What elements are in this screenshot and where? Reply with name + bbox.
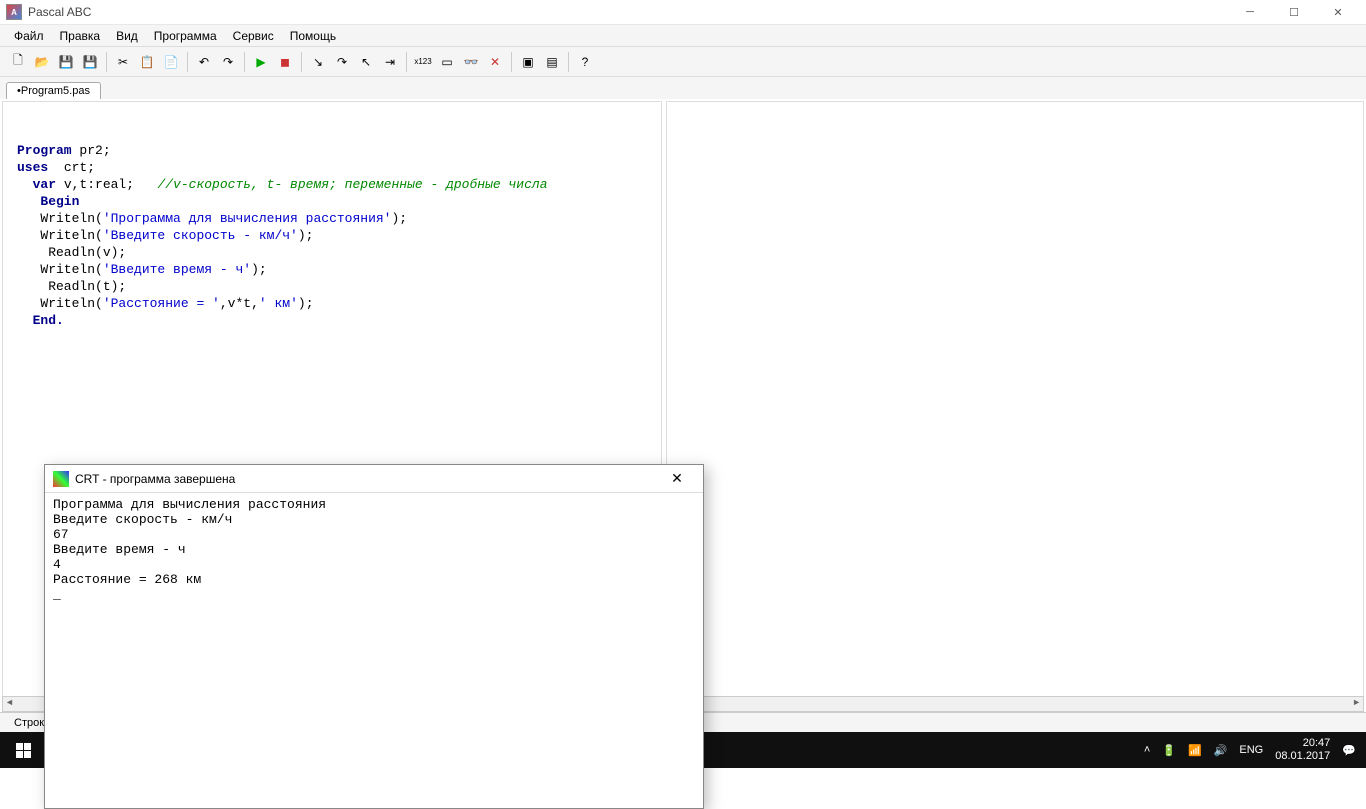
step-over-icon[interactable]: ↷ <box>331 51 353 73</box>
menu-bar: Файл Правка Вид Программа Сервис Помощь <box>0 25 1366 47</box>
crt-output-text: Программа для вычисления расстояния Введ… <box>45 493 703 808</box>
crt-output-window: CRT - программа завершена ✕ Программа дл… <box>44 464 704 809</box>
crt-title-bar[interactable]: CRT - программа завершена ✕ <box>45 465 703 493</box>
clear-icon[interactable]: ✕ <box>484 51 506 73</box>
copy-icon[interactable]: 📋 <box>136 51 158 73</box>
source-code[interactable]: Program pr2; uses crt; var v,t:real; //v… <box>3 102 661 329</box>
toolbar: 🗋 📂 💾 💾 ✂ 📋 📄 ↶ ↷ ▶ ◼ ↘ ↷ ↖ ⇥ x123 ▭ 👓 ✕… <box>0 47 1366 77</box>
maximize-button[interactable]: ☐ <box>1272 0 1316 25</box>
menu-view[interactable]: Вид <box>108 26 146 46</box>
tray-battery-icon[interactable]: 🔋 <box>1156 744 1182 757</box>
tray-chevron-icon[interactable]: ˄ <box>1138 744 1156 756</box>
eval-icon[interactable]: 👓 <box>460 51 482 73</box>
tray-language[interactable]: ENG <box>1233 744 1269 756</box>
code-pane-right[interactable] <box>666 101 1364 710</box>
crt-title: CRT - программа завершена <box>75 472 659 486</box>
menu-help[interactable]: Помощь <box>282 26 344 46</box>
run-to-cursor-icon[interactable]: ⇥ <box>379 51 401 73</box>
run-icon[interactable]: ▶ <box>250 51 272 73</box>
app-icon: A <box>6 4 22 20</box>
new-file-icon[interactable]: 🗋 <box>7 51 29 73</box>
editor-area: Program pr2; uses crt; var v,t:real; //v… <box>0 99 1366 712</box>
app-title: Pascal ABC <box>28 5 1228 19</box>
save-all-icon[interactable]: 💾 <box>79 51 101 73</box>
system-tray: ˄ 🔋 📶 🔊 ENG 20:47 08.01.2017 💬 <box>1138 737 1366 763</box>
menu-edit[interactable]: Правка <box>52 26 109 46</box>
step-into-icon[interactable]: ↘ <box>307 51 329 73</box>
tray-wifi-icon[interactable]: 📶 <box>1182 744 1208 757</box>
save-icon[interactable]: 💾 <box>55 51 77 73</box>
redo-icon[interactable]: ↷ <box>217 51 239 73</box>
output-icon[interactable]: ▤ <box>541 51 563 73</box>
tab-program5[interactable]: •Program5.pas <box>6 82 101 99</box>
tray-notifications-icon[interactable]: 💬 <box>1336 744 1362 757</box>
start-button[interactable] <box>0 732 46 768</box>
open-file-icon[interactable]: 📂 <box>31 51 53 73</box>
watch-icon[interactable]: x123 <box>412 51 434 73</box>
paste-icon[interactable]: 📄 <box>160 51 182 73</box>
crt-close-button[interactable]: ✕ <box>659 470 695 487</box>
console-icon[interactable]: ▣ <box>517 51 539 73</box>
undo-icon[interactable]: ↶ <box>193 51 215 73</box>
title-bar: A Pascal ABC ─ ☐ ✕ <box>0 0 1366 25</box>
menu-program[interactable]: Программа <box>146 26 225 46</box>
breakpoint-icon[interactable]: ▭ <box>436 51 458 73</box>
tab-bar: •Program5.pas <box>0 77 1366 99</box>
tray-volume-icon[interactable]: 🔊 <box>1208 744 1234 757</box>
menu-file[interactable]: Файл <box>6 26 52 46</box>
help-icon[interactable]: ? <box>574 51 596 73</box>
crt-icon <box>53 471 69 487</box>
tray-clock[interactable]: 20:47 08.01.2017 <box>1269 737 1336 763</box>
close-button[interactable]: ✕ <box>1316 0 1360 25</box>
minimize-button[interactable]: ─ <box>1228 0 1272 25</box>
menu-service[interactable]: Сервис <box>225 26 282 46</box>
cut-icon[interactable]: ✂ <box>112 51 134 73</box>
step-out-icon[interactable]: ↖ <box>355 51 377 73</box>
stop-icon[interactable]: ◼ <box>274 51 296 73</box>
